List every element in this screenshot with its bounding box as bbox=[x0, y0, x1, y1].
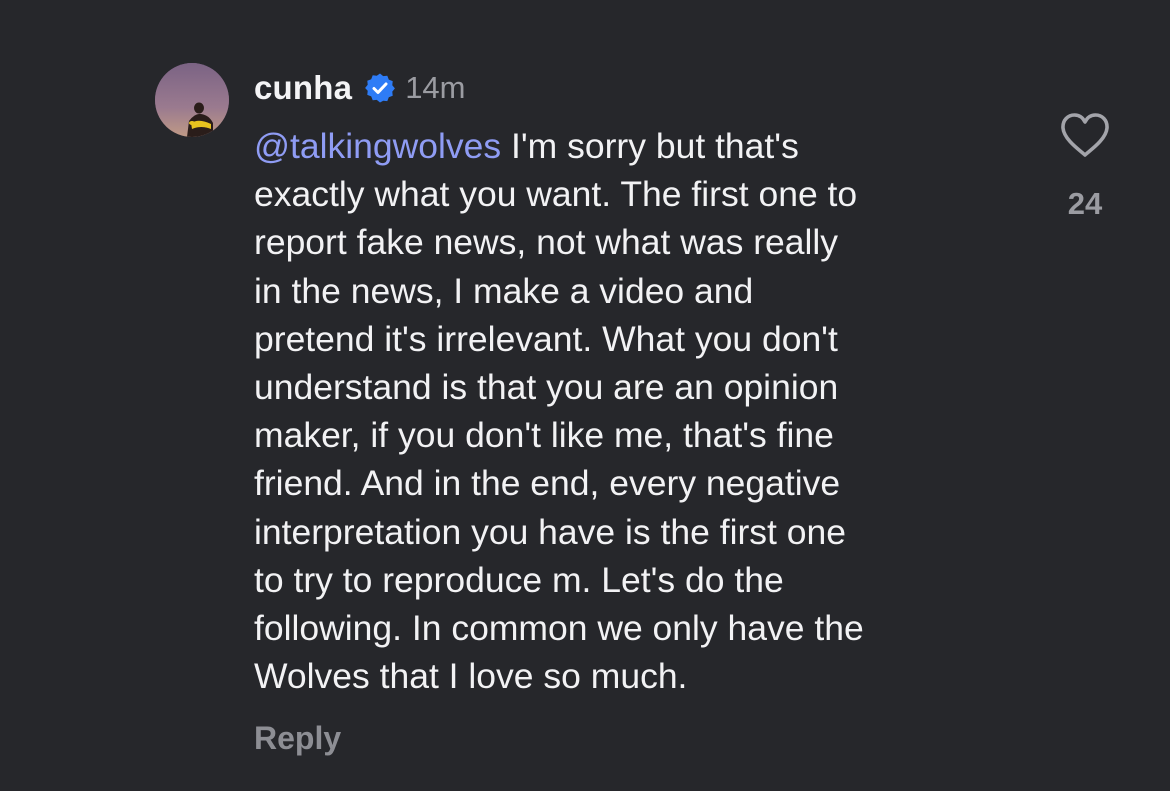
comment-line: Wolves that I love so much. bbox=[254, 656, 688, 697]
comment-line: pretend it's irrelevant. What you don't bbox=[254, 318, 838, 359]
comment-line: @talkingwolves I'm sorry but that's bbox=[254, 122, 1034, 170]
comment-line: maker, if you don't like me, that's fine bbox=[254, 415, 834, 456]
like-button[interactable] bbox=[1058, 110, 1112, 160]
heart-outline-icon bbox=[1061, 113, 1109, 157]
comment-body: @talkingwolves I'm sorry but that's exac… bbox=[254, 122, 1034, 700]
mention-link[interactable]: @talkingwolves bbox=[254, 126, 501, 166]
comment-line: understand is that you are an opinion bbox=[254, 367, 839, 408]
comment-thread: cunha 14m @talkingwolves I'm sorry but t… bbox=[0, 0, 1170, 791]
verified-badge-icon bbox=[364, 72, 396, 104]
comment-line: in the news, I make a video and bbox=[254, 270, 754, 311]
avatar-image bbox=[155, 63, 229, 137]
comment-line: report fake news, not what was really bbox=[254, 222, 839, 263]
comment-line: following. In common we only have the bbox=[254, 608, 864, 649]
comment-line: exactly what you want. The first one to bbox=[254, 174, 858, 215]
comment-text: I'm sorry but that's bbox=[501, 126, 799, 166]
avatar[interactable] bbox=[155, 63, 229, 137]
reply-button[interactable]: Reply bbox=[254, 720, 341, 757]
like-count: 24 bbox=[1067, 186, 1103, 221]
username[interactable]: cunha bbox=[254, 69, 352, 107]
timestamp: 14m bbox=[405, 70, 466, 105]
comment-line: to try to reproduce m. Let's do the bbox=[254, 559, 784, 600]
comment-line: friend. And in the end, every negative bbox=[254, 463, 841, 504]
comment-line: interpretation you have is the first one bbox=[254, 511, 847, 552]
comment-header: cunha 14m bbox=[254, 66, 466, 110]
